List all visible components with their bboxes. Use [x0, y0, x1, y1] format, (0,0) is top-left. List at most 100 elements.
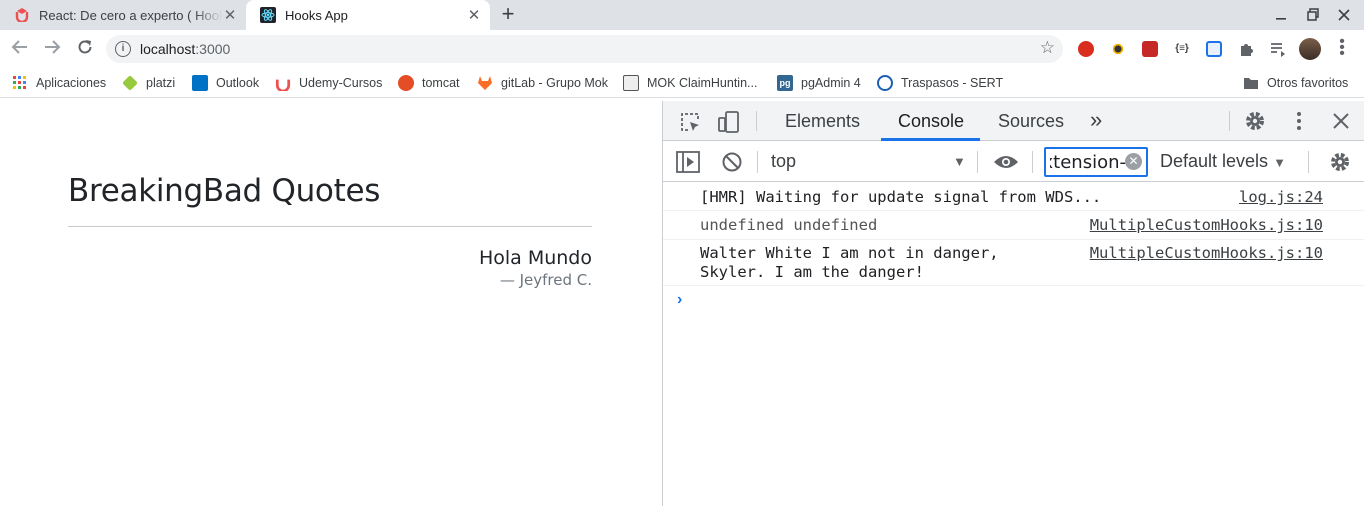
tab-sources[interactable]: Sources [998, 111, 1064, 132]
tab-title: Hooks App [285, 7, 348, 23]
tab-udemy-course[interactable]: React: De cero a experto ( Hooks y MERN … [0, 0, 246, 30]
log-source-link[interactable]: MultipleCustomHooks.js:10 [1090, 244, 1323, 263]
bug-extension-icon[interactable] [1110, 41, 1126, 57]
red-extension-icon[interactable] [1142, 41, 1158, 57]
bookmark-label: Aplicaciones [36, 76, 107, 90]
forward-icon[interactable] [41, 38, 63, 60]
close-devtools-icon[interactable] [1331, 111, 1351, 131]
separator [756, 111, 757, 131]
bookmark-label: pgAdmin 4 [801, 76, 861, 90]
puzzle-extensions-icon[interactable] [1238, 41, 1254, 57]
url-text[interactable]: localhost:3000 [140, 41, 230, 57]
tab-console[interactable]: Console [898, 111, 964, 132]
bookmark-gitlab[interactable]: gitLab - Grupo Mok [477, 75, 608, 91]
reading-list-icon[interactable] [1270, 41, 1286, 57]
window-close-icon[interactable] [1334, 5, 1354, 25]
bookmark-aplicaciones[interactable]: Aplicaciones [12, 75, 106, 91]
outlook-icon [192, 75, 208, 91]
minimize-icon[interactable] [1271, 5, 1291, 25]
bookmark-mok[interactable]: MOK ClaimHuntin... [623, 75, 757, 91]
tab-elements[interactable]: Elements [785, 111, 860, 132]
live-expression-eye-icon[interactable] [992, 152, 1020, 172]
bookmarks-bar: Aplicaciones platzi Outlook Udemy-Cursos… [0, 68, 1364, 98]
json-extension-icon[interactable]: {≡} [1174, 41, 1190, 57]
show-sidebar-icon[interactable] [676, 151, 700, 173]
udemy-icon [14, 7, 30, 23]
console-settings-gear-icon[interactable] [1328, 150, 1352, 174]
log-source-link[interactable]: log.js:24 [1239, 188, 1323, 207]
console-toolbar: top ▼ ✕ Default levels ▼ [663, 141, 1364, 182]
profile-avatar[interactable] [1299, 38, 1321, 60]
bookmark-platzi[interactable]: platzi [122, 75, 175, 91]
new-tab-button[interactable]: + [497, 3, 519, 26]
separator [757, 151, 758, 173]
quote-block: Hola Mundo — Jeyfred C. [479, 247, 592, 289]
bookmark-label: Traspasos - SERT [901, 76, 1004, 90]
log-text: undefined undefined [700, 216, 878, 234]
devtools-menu-icon[interactable] [1291, 109, 1307, 133]
bookmark-otros-favoritos[interactable]: Otros favoritos [1243, 75, 1348, 91]
browser-toolbar: i localhost:3000 ☆ {≡} • • • [0, 30, 1364, 68]
bookmark-outlook[interactable]: Outlook [192, 75, 259, 91]
clear-filter-icon[interactable]: ✕ [1125, 153, 1142, 170]
context-select[interactable]: top [771, 151, 967, 172]
dropdown-arrow-icon: ▼ [953, 154, 966, 169]
quote-text: Hola Mundo [478, 247, 592, 269]
platzi-icon [122, 75, 138, 91]
clear-console-icon[interactable] [721, 151, 743, 173]
page-title: BreakingBad Quotes [68, 173, 381, 209]
folder-icon [1243, 75, 1259, 91]
bookmark-label: Otros favoritos [1267, 76, 1349, 90]
device-toolbar-icon[interactable] [717, 110, 741, 134]
separator [1032, 151, 1033, 173]
close-icon[interactable]: ✕ [222, 6, 238, 24]
bookmark-label: tomcat [422, 76, 460, 90]
bookmark-traspasos[interactable]: Traspasos - SERT [877, 75, 1003, 91]
bookmark-label: MOK ClaimHuntin... [647, 76, 758, 90]
separator [977, 151, 978, 173]
log-source-link[interactable]: MultipleCustomHooks.js:10 [1090, 216, 1323, 235]
layout-extension-icon[interactable] [1206, 41, 1222, 57]
bookmark-label: platzi [146, 76, 176, 90]
more-tabs-icon[interactable]: » [1090, 107, 1102, 133]
restore-icon[interactable] [1304, 5, 1324, 25]
settings-gear-icon[interactable] [1243, 109, 1267, 133]
filter-input[interactable] [1046, 149, 1126, 175]
inspect-element-icon[interactable] [679, 111, 701, 133]
console-messages: [HMR] Waiting for update signal from WDS… [663, 183, 1364, 286]
tomcat-icon [398, 75, 414, 91]
close-icon[interactable]: ✕ [466, 6, 482, 24]
separator [1229, 111, 1230, 131]
bookmark-label: Udemy-Cursos [299, 76, 383, 90]
gitlab-icon [477, 75, 493, 91]
url-port: :3000 [195, 41, 231, 57]
tab-title: React: De cero a experto ( Hooks y MERN … [39, 7, 222, 23]
bookmark-tomcat[interactable]: tomcat [398, 75, 460, 91]
page-viewport: BreakingBad Quotes Hola Mundo — Jeyfred … [0, 101, 662, 506]
log-text: Walter White I am not in danger, Skyler.… [700, 244, 999, 281]
console-filter[interactable]: ✕ [1044, 147, 1148, 177]
bookmark-star-icon[interactable]: ☆ [1040, 38, 1055, 58]
console-message: [HMR] Waiting for update signal from WDS… [663, 183, 1364, 211]
devtools-panel: Elements Console Sources » top ▼ -url:ch… [662, 101, 1364, 506]
pgadmin-icon: pg [777, 75, 793, 91]
address-bar[interactable]: i localhost:3000 ☆ [106, 35, 1063, 63]
chrome-menu-icon[interactable]: • • • [1338, 34, 1346, 62]
dropdown-arrow-icon: ▼ [1273, 155, 1286, 170]
bookmark-udemy[interactable]: Udemy-Cursos [275, 75, 383, 93]
info-icon[interactable]: i [115, 41, 131, 57]
reload-icon[interactable] [74, 38, 96, 60]
react-icon [260, 7, 276, 23]
mok-icon [623, 75, 639, 91]
tab-hooks-app[interactable]: Hooks App ✕ [246, 0, 490, 30]
udemy-icon [275, 75, 291, 93]
bookmark-label: gitLab - Grupo Mok [501, 76, 608, 90]
console-message: Walter White I am not in danger, Skyler.… [663, 240, 1364, 286]
log-levels-select[interactable]: Default levels ▼ [1160, 151, 1286, 172]
sert-icon [877, 75, 893, 91]
console-prompt-icon[interactable]: › [677, 291, 682, 309]
adblock-extension-icon[interactable] [1078, 41, 1094, 57]
bookmark-pgadmin[interactable]: pg pgAdmin 4 [777, 75, 861, 91]
back-icon[interactable] [9, 38, 31, 60]
apps-grid-icon [12, 75, 28, 91]
